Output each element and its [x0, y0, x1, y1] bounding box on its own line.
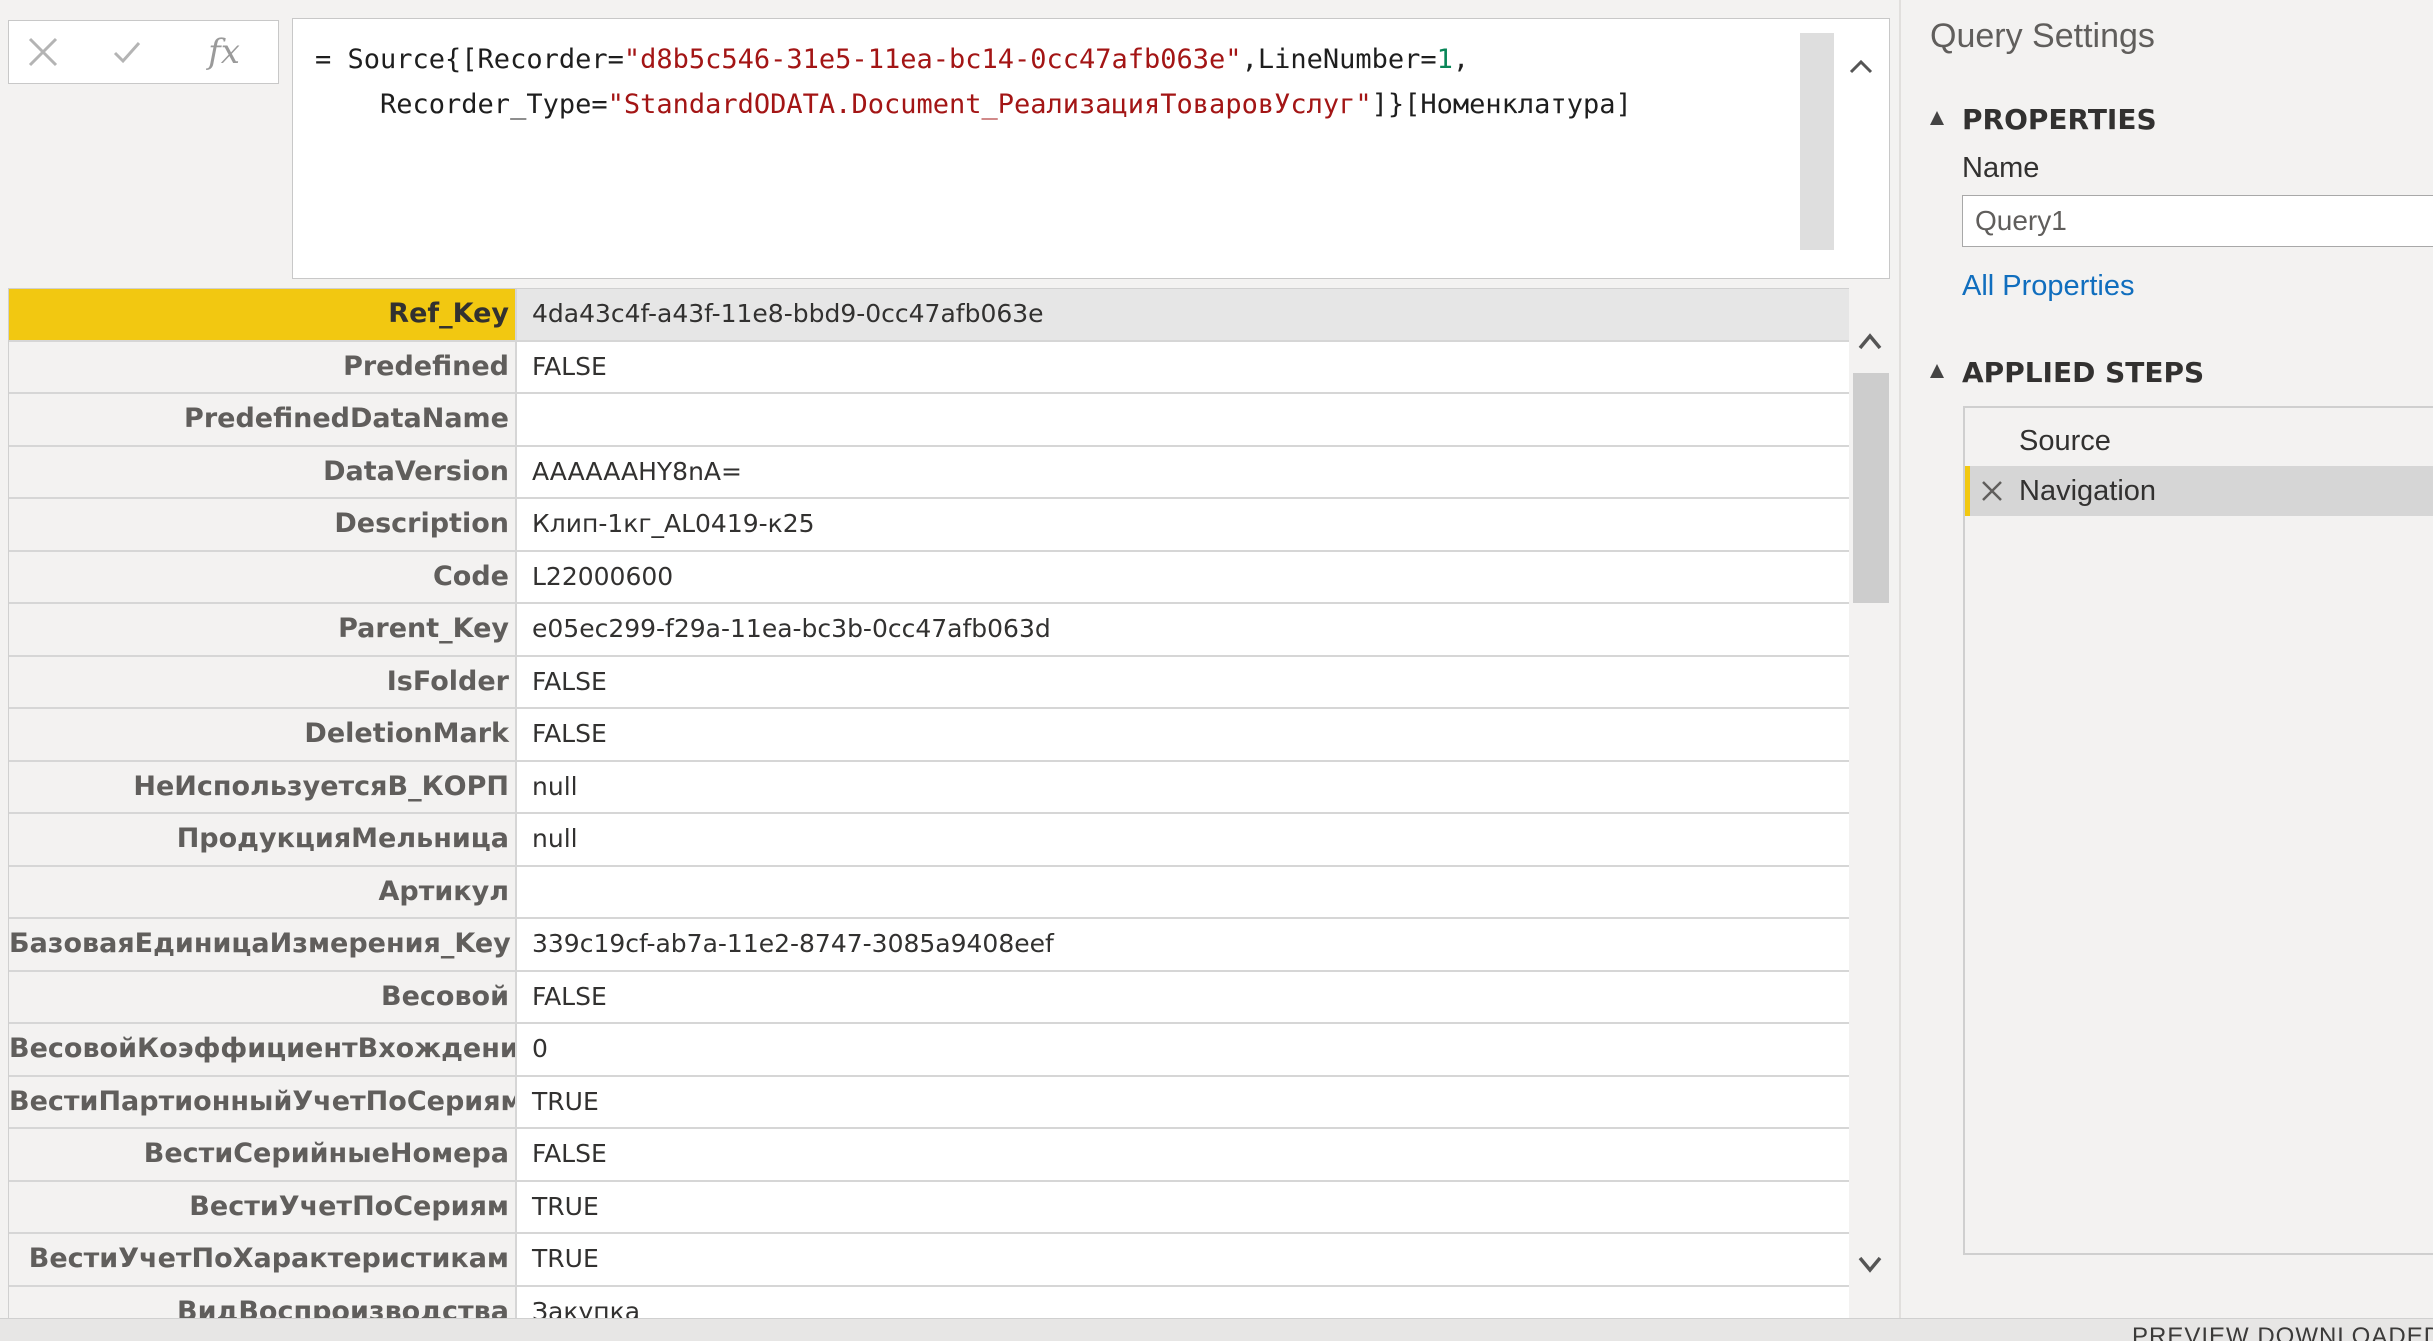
- formula-text[interactable]: = Source{[Recorder="d8b5c546-31e5-11ea-b…: [315, 37, 1795, 127]
- applied-steps-section-header[interactable]: APPLIED STEPS: [1930, 356, 2204, 389]
- field-value-cell[interactable]: 339c19cf-ab7a-11e2-8747-3085a9408eef: [517, 919, 1849, 970]
- step-label: Navigation: [2019, 475, 2157, 507]
- status-text: PREVIEW DOWNLOADED: [2132, 1323, 2433, 1341]
- cancel-formula-button[interactable]: [9, 21, 77, 83]
- field-value-cell[interactable]: [517, 867, 1849, 918]
- record-row[interactable]: Артикул: [9, 866, 1849, 919]
- properties-section-header[interactable]: PROPERTIES: [1930, 103, 2157, 136]
- formula-editor[interactable]: = Source{[Recorder="d8b5c546-31e5-11ea-b…: [292, 18, 1890, 279]
- status-bar: PREVIEW DOWNLOADED: [0, 1318, 2433, 1341]
- chevron-up-icon: [1858, 333, 1882, 350]
- field-value-cell[interactable]: FALSE: [517, 342, 1849, 393]
- field-name-cell[interactable]: Ref_Key: [9, 289, 517, 340]
- field-name-cell[interactable]: БазоваяЕдиницаИзмерения_Key: [9, 919, 517, 970]
- collapse-triangle-icon: [1930, 111, 1944, 125]
- all-properties-link[interactable]: All Properties: [1962, 270, 2134, 303]
- field-value-cell[interactable]: AAAAAAHY8nA=: [517, 447, 1849, 498]
- field-name-cell[interactable]: Predefined: [9, 341, 517, 392]
- field-name-cell[interactable]: DataVersion: [9, 446, 517, 497]
- record-row[interactable]: НеИспользуетсяВ_КОРП null: [9, 761, 1849, 814]
- record-grid: Ref_Key 4da43c4f-a43f-11e8-bbd9-0cc47afb0…: [8, 288, 1849, 1326]
- step-source[interactable]: Source: [1965, 416, 2433, 466]
- field-value-cell[interactable]: TRUE: [517, 1182, 1849, 1233]
- insert-function-button[interactable]: fx: [179, 21, 269, 83]
- record-row[interactable]: ВестиУчетПоСериям TRUE: [9, 1181, 1849, 1234]
- field-value-cell[interactable]: null: [517, 814, 1849, 865]
- grid-scrollbar-thumb[interactable]: [1853, 373, 1889, 603]
- field-value-cell[interactable]: 4da43c4f-a43f-11e8-bbd9-0cc47afb063e: [517, 289, 1849, 340]
- chevron-up-icon: [1849, 59, 1873, 74]
- close-icon: [28, 37, 58, 67]
- field-value-cell[interactable]: null: [517, 762, 1849, 813]
- collapse-formula-button[interactable]: [1841, 47, 1881, 87]
- chevron-down-icon: [1858, 1256, 1882, 1273]
- field-value-cell[interactable]: Клип-1кг_AL0419-к25: [517, 499, 1849, 550]
- check-icon: [113, 42, 141, 64]
- record-row[interactable]: IsFolder FALSE: [9, 656, 1849, 709]
- record-row[interactable]: Ref_Key 4da43c4f-a43f-11e8-bbd9-0cc47afb0…: [9, 289, 1849, 342]
- record-row[interactable]: DataVersion AAAAAAHY8nA=: [9, 446, 1849, 499]
- field-name-cell[interactable]: Весовой: [9, 971, 517, 1022]
- pane-divider[interactable]: [1899, 0, 1901, 1318]
- record-row[interactable]: Code L22000600: [9, 551, 1849, 604]
- field-value-cell[interactable]: FALSE: [517, 657, 1849, 708]
- field-name-cell[interactable]: Артикул: [9, 866, 517, 917]
- step-navigation[interactable]: Navigation: [1965, 466, 2433, 516]
- commit-formula-button[interactable]: [93, 21, 161, 83]
- field-name-cell[interactable]: Parent_Key: [9, 604, 517, 655]
- field-name-cell[interactable]: ВестиСерийныеНомера: [9, 1129, 517, 1180]
- step-label: Source: [2019, 425, 2111, 457]
- record-row[interactable]: ВестиУчетПоХарактеристикам TRUE: [9, 1234, 1849, 1287]
- field-value-cell[interactable]: e05ec299-f29a-11ea-bc3b-0cc47afb063d: [517, 604, 1849, 655]
- field-value-cell[interactable]: FALSE: [517, 972, 1849, 1023]
- properties-heading: PROPERTIES: [1962, 103, 2157, 136]
- field-name-cell[interactable]: Description: [9, 499, 517, 550]
- field-name-cell[interactable]: DeletionMark: [9, 709, 517, 760]
- query-name-input[interactable]: [1962, 195, 2433, 247]
- record-row[interactable]: DeletionMark FALSE: [9, 709, 1849, 762]
- field-name-cell[interactable]: ПродукцияМельница: [9, 814, 517, 865]
- field-value-cell[interactable]: 0: [517, 1024, 1849, 1075]
- applied-steps-heading: APPLIED STEPS: [1962, 356, 2205, 389]
- field-value-cell[interactable]: FALSE: [517, 709, 1849, 760]
- delete-step-icon[interactable]: [1980, 479, 2004, 503]
- formula-scrollbar[interactable]: [1800, 33, 1834, 250]
- record-row[interactable]: Predefined FALSE: [9, 341, 1849, 394]
- field-name-cell[interactable]: IsFolder: [9, 656, 517, 707]
- record-row[interactable]: Description Клип-1кг_AL0419-к25: [9, 499, 1849, 552]
- field-name-cell[interactable]: ВестиУчетПоХарактеристикам: [9, 1234, 517, 1285]
- field-value-cell[interactable]: [517, 394, 1849, 445]
- name-label: Name: [1962, 152, 2040, 184]
- field-name-cell[interactable]: PredefinedDataName: [9, 394, 517, 445]
- field-name-cell[interactable]: ВестиПартионныйУчетПоСериям: [9, 1076, 517, 1127]
- record-row[interactable]: Весовой FALSE: [9, 971, 1849, 1024]
- field-value-cell[interactable]: L22000600: [517, 552, 1849, 603]
- formula-buttons: fx: [8, 20, 279, 84]
- record-row[interactable]: ВесовойКоэффициентВхождения 0: [9, 1024, 1849, 1077]
- grid-scroll-down-button[interactable]: [1850, 1244, 1890, 1284]
- field-name-cell[interactable]: ВесовойКоэффициентВхождения: [9, 1024, 517, 1075]
- record-row[interactable]: БазоваяЕдиницаИзмерения_Key 339c19cf-ab7a…: [9, 919, 1849, 972]
- applied-steps-list: Source Navigation: [1963, 406, 2433, 1255]
- query-settings-title: Query Settings: [1930, 17, 2155, 55]
- record-row[interactable]: PredefinedDataName: [9, 394, 1849, 447]
- record-row[interactable]: ВестиПартионныйУчетПоСериям TRUE: [9, 1076, 1849, 1129]
- field-name-cell[interactable]: Code: [9, 551, 517, 602]
- record-row[interactable]: Parent_Key e05ec299-f29a-11ea-bc3b-0cc47a…: [9, 604, 1849, 657]
- collapse-triangle-icon: [1930, 364, 1944, 378]
- field-name-cell[interactable]: НеИспользуетсяВ_КОРП: [9, 761, 517, 812]
- field-value-cell[interactable]: FALSE: [517, 1129, 1849, 1180]
- grid-scroll-up-button[interactable]: [1850, 322, 1890, 362]
- fx-icon: fx: [208, 32, 240, 72]
- record-row[interactable]: ПродукцияМельница null: [9, 814, 1849, 867]
- record-row[interactable]: ВестиСерийныеНомера FALSE: [9, 1129, 1849, 1182]
- field-value-cell[interactable]: TRUE: [517, 1234, 1849, 1285]
- field-value-cell[interactable]: TRUE: [517, 1077, 1849, 1128]
- field-name-cell[interactable]: ВестиУчетПоСериям: [9, 1181, 517, 1232]
